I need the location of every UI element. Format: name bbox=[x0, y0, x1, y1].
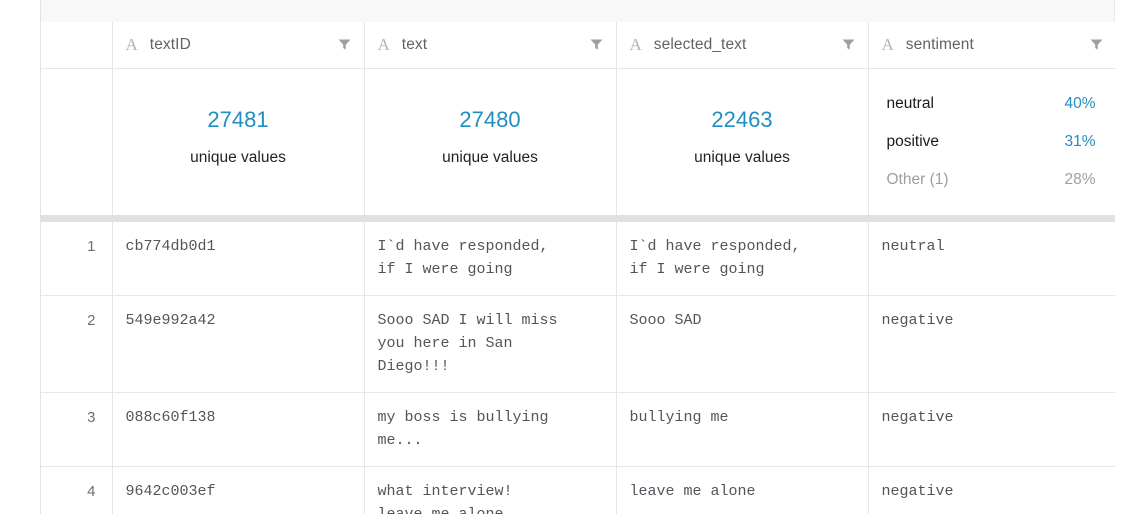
distribution-item: positive 31% bbox=[887, 133, 1096, 151]
cell-textid[interactable]: 549e992a42 bbox=[112, 295, 365, 393]
separator-segment bbox=[616, 214, 868, 222]
cell-sentiment[interactable]: negative bbox=[868, 392, 1115, 467]
unique-count: 27481 bbox=[207, 107, 269, 133]
cell-textid[interactable]: cb774db0d1 bbox=[112, 221, 365, 296]
column-header-text[interactable]: A text bbox=[364, 22, 617, 69]
distribution-label: Other (1) bbox=[886, 170, 949, 188]
unique-count-label: unique values bbox=[694, 148, 790, 166]
column-summary-row: 27481 unique values 27480 unique values … bbox=[41, 68, 1115, 215]
text-type-icon: A bbox=[881, 35, 894, 55]
cell-textid[interactable]: 9642c003ef bbox=[112, 466, 365, 514]
cell-selected-text[interactable]: leave me alone bbox=[616, 466, 869, 514]
summary-text: 27480 unique values bbox=[364, 68, 617, 215]
data-table: A textID A text A selected_text A sentim… bbox=[41, 22, 1115, 514]
cell-sentiment[interactable]: negative bbox=[868, 295, 1115, 393]
distribution-item: neutral 40% bbox=[887, 95, 1096, 113]
column-header-selected-text[interactable]: A selected_text bbox=[616, 22, 869, 69]
distribution-percent: 28% bbox=[1064, 170, 1096, 188]
separator-segment bbox=[364, 214, 616, 222]
filter-icon[interactable] bbox=[590, 38, 603, 51]
column-header-label: textID bbox=[149, 35, 191, 53]
table-row[interactable]: 3 088c60f138 my boss is bullying me... b… bbox=[41, 392, 1115, 467]
data-table-container[interactable]: A textID A text A selected_text A sentim… bbox=[40, 22, 1115, 514]
distribution-label: neutral bbox=[886, 94, 934, 112]
row-number: 1 bbox=[41, 221, 113, 296]
toolbar-strip bbox=[40, 0, 1115, 22]
cell-text[interactable]: what interview! leave me alone bbox=[364, 466, 617, 514]
distribution-item-other: Other (1) 28% bbox=[887, 171, 1096, 189]
cell-selected-text[interactable]: Sooo SAD bbox=[616, 295, 869, 393]
distribution-percent: 40% bbox=[1064, 94, 1096, 112]
separator-segment bbox=[868, 214, 1115, 222]
column-header-sentiment[interactable]: A sentiment bbox=[868, 22, 1115, 69]
cell-selected-text[interactable]: bullying me bbox=[616, 392, 869, 467]
text-type-icon: A bbox=[629, 35, 642, 55]
cell-text[interactable]: I`d have responded, if I were going bbox=[364, 221, 617, 296]
unique-count-label: unique values bbox=[190, 148, 286, 166]
row-number: 2 bbox=[41, 295, 113, 393]
table-row[interactable]: 2 549e992a42 Sooo SAD I will miss you he… bbox=[41, 295, 1115, 393]
summary-selected-text: 22463 unique values bbox=[616, 68, 869, 215]
table-row[interactable]: 1 cb774db0d1 I`d have responded, if I we… bbox=[41, 221, 1115, 296]
row-number: 4 bbox=[41, 466, 113, 514]
filter-icon[interactable] bbox=[842, 38, 855, 51]
cell-text[interactable]: my boss is bullying me... bbox=[364, 392, 617, 467]
row-number-header bbox=[41, 22, 113, 69]
distribution-label: positive bbox=[886, 132, 940, 150]
cell-textid[interactable]: 088c60f138 bbox=[112, 392, 365, 467]
summary-sentiment: neutral 40% positive 31% Other (1) 28% bbox=[868, 68, 1115, 215]
filter-icon[interactable] bbox=[1090, 38, 1103, 51]
unique-count: 27480 bbox=[459, 107, 521, 133]
text-type-icon: A bbox=[377, 35, 390, 55]
distribution-percent: 31% bbox=[1064, 132, 1096, 150]
column-header-textid[interactable]: A textID bbox=[112, 22, 365, 69]
cell-sentiment[interactable]: neutral bbox=[868, 221, 1115, 296]
filter-icon[interactable] bbox=[338, 38, 351, 51]
cell-text[interactable]: Sooo SAD I will miss you here in San Die… bbox=[364, 295, 617, 393]
cell-sentiment[interactable]: negative bbox=[868, 466, 1115, 514]
spreadsheet-viewer: A textID A text A selected_text A sentim… bbox=[0, 0, 1137, 514]
cell-selected-text[interactable]: I`d have responded, if I were going bbox=[616, 221, 869, 296]
unique-count-label: unique values bbox=[442, 148, 538, 166]
separator-segment bbox=[112, 214, 364, 222]
summary-textid: 27481 unique values bbox=[112, 68, 365, 215]
table-row[interactable]: 4 9642c003ef what interview! leave me al… bbox=[41, 466, 1115, 514]
text-type-icon: A bbox=[125, 35, 138, 55]
summary-row-number-cell bbox=[41, 68, 113, 215]
column-header-label: selected_text bbox=[653, 35, 747, 53]
column-header-label: text bbox=[401, 35, 428, 53]
summary-separator bbox=[41, 214, 1115, 222]
row-number: 3 bbox=[41, 392, 113, 467]
column-header-label: sentiment bbox=[905, 35, 974, 53]
separator-segment bbox=[41, 214, 112, 222]
table-header-row: A textID A text A selected_text A sentim… bbox=[41, 22, 1115, 69]
unique-count: 22463 bbox=[711, 107, 773, 133]
